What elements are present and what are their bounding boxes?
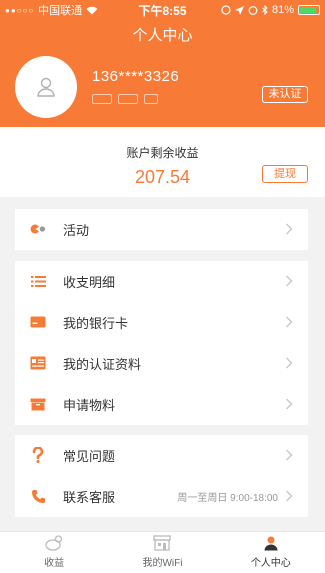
menu-item-label: 收支明细 <box>63 275 116 290</box>
tab-label: 个人中心 <box>250 558 291 569</box>
tab-personal-center[interactable]: 个人中心 <box>217 532 325 573</box>
balance-card: 账户剩余收益 207.54 提现 <box>0 127 325 197</box>
phone-badge-icon <box>92 94 112 104</box>
tab-earnings[interactable]: 收益 <box>0 532 108 573</box>
menu-item-transactions[interactable]: 收支明细 <box>15 261 308 302</box>
chevron-right-icon <box>286 398 293 410</box>
balance-label: 账户剩余收益 <box>126 146 199 160</box>
status-bar: ●●○○○ 中国联通 下午8:55 81% <box>0 0 325 20</box>
chevron-right-icon <box>286 357 293 369</box>
tab-label: 我的WiFi <box>142 558 183 569</box>
menu-group-help: 常见问题 联系客服 周一至周日 9:00-18:00 <box>15 435 308 517</box>
withdraw-button[interactable]: 提现 <box>262 165 308 183</box>
menu-item-label: 我的认证资料 <box>63 357 142 372</box>
chevron-right-icon <box>286 223 293 235</box>
package-icon <box>30 396 46 412</box>
menu-item-faq[interactable]: 常见问题 <box>15 435 308 476</box>
menu-group-activity: 活动 <box>15 209 308 250</box>
menu-item-activity[interactable]: 活动 <box>15 209 308 250</box>
verification-badges <box>92 94 158 104</box>
menu-item-label: 申请物料 <box>63 398 116 413</box>
earnings-icon <box>45 534 63 552</box>
service-hours: 周一至周日 9:00-18:00 <box>177 493 278 504</box>
verify-button[interactable]: 未认证 <box>262 86 308 103</box>
menu-item-label: 我的银行卡 <box>63 316 129 331</box>
tab-bar: 收益 我的WiFi 个人中心 <box>0 531 325 573</box>
user-phone: 136****3326 <box>92 68 180 85</box>
menu-item-bank-card[interactable]: 我的银行卡 <box>15 302 308 343</box>
id-card-icon <box>30 355 46 371</box>
avatar[interactable] <box>15 56 77 118</box>
menu-item-certification[interactable]: 我的认证资料 <box>15 343 308 384</box>
chevron-right-icon <box>286 275 293 287</box>
tab-label: 收益 <box>44 558 65 569</box>
activity-icon <box>30 221 46 237</box>
wifi-shop-icon <box>153 534 172 552</box>
menu-item-materials[interactable]: 申请物料 <box>15 384 308 425</box>
chevron-right-icon <box>286 490 293 502</box>
chevron-right-icon <box>286 449 293 461</box>
bank-card-icon <box>30 314 46 330</box>
question-icon <box>30 447 46 463</box>
profile-header: 136****3326 未认证 <box>0 52 325 127</box>
list-icon <box>30 273 46 289</box>
menu-group-account: 收支明细 我的银行卡 我的认证资料 申请物料 <box>15 261 308 425</box>
battery-icon <box>298 5 320 15</box>
tab-my-wifi[interactable]: 我的WiFi <box>108 532 216 573</box>
menu-item-customer-service[interactable]: 联系客服 周一至周日 9:00-18:00 <box>15 476 308 517</box>
id-badge-icon <box>118 94 138 104</box>
status-time: 下午8:55 <box>138 3 187 18</box>
menu-item-label: 活动 <box>63 223 90 238</box>
chevron-right-icon <box>286 316 293 328</box>
person-icon <box>262 534 280 552</box>
page-title: 个人中心 <box>0 20 325 52</box>
menu-item-label: 常见问题 <box>63 449 116 464</box>
phone-icon <box>30 488 46 504</box>
user-icon <box>37 77 55 97</box>
shop-badge-icon <box>144 94 158 104</box>
menu-item-label: 联系客服 <box>63 490 116 505</box>
